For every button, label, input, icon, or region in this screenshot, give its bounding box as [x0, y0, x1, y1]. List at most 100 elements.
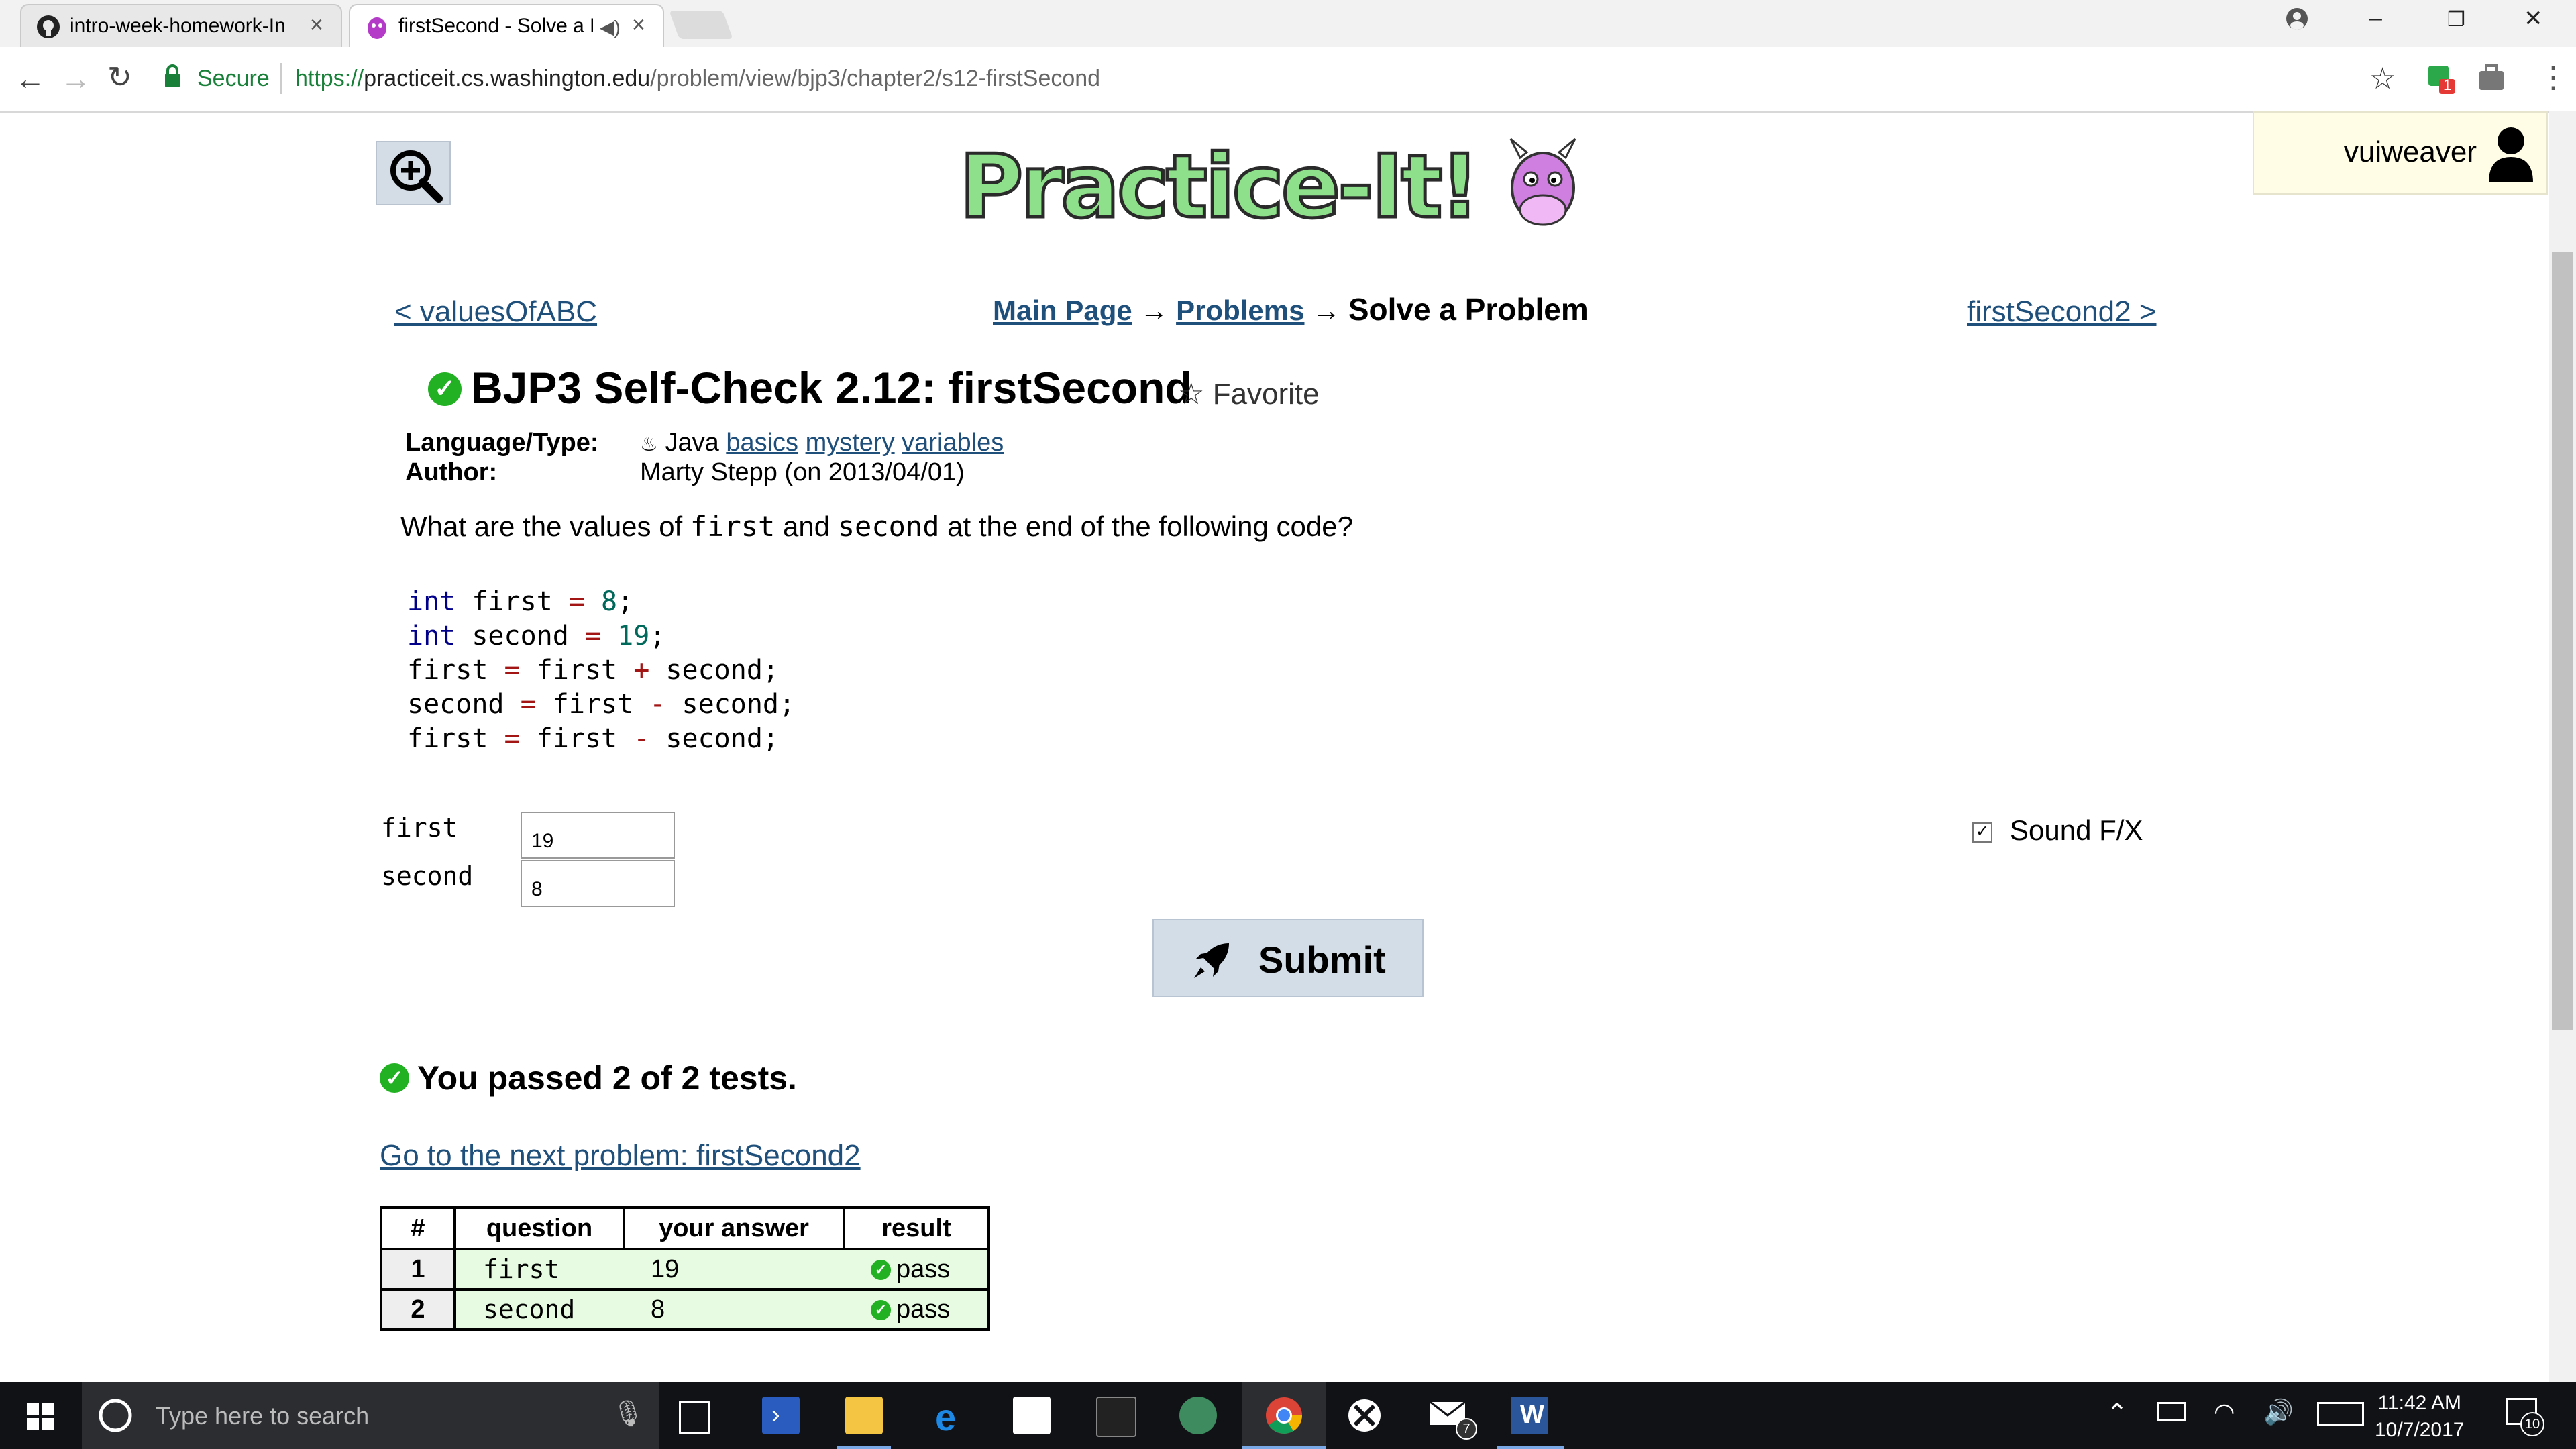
question-code-second: second	[837, 510, 940, 543]
star-outline-icon: ☆	[1178, 378, 1205, 411]
favorite-button[interactable]: ☆ Favorite	[1178, 377, 1320, 411]
test-summary: ✓ You passed 2 of 2 tests.	[380, 1059, 797, 1097]
restore-icon[interactable]: ❐	[2447, 8, 2465, 32]
globe-app-icon[interactable]	[1179, 1397, 1217, 1434]
row-number: 1	[380, 1248, 456, 1291]
pass-check-icon: ✓	[871, 1260, 891, 1281]
browser-tab-strip: intro-week-homework-In × firstSecond - S…	[0, 0, 2576, 47]
code-line: first = first + second;	[407, 655, 779, 686]
volume-icon[interactable]: 🔊	[2263, 1398, 2294, 1426]
windows-start-icon[interactable]	[27, 1403, 54, 1430]
show-hidden-icons-chevron[interactable]: ⌃	[2106, 1398, 2128, 1428]
task-view-icon[interactable]	[679, 1401, 710, 1434]
tag-basics[interactable]: basics	[726, 429, 798, 457]
explorer-running-indicator	[837, 1446, 891, 1449]
tag-mystery[interactable]: mystery	[806, 429, 895, 457]
mail-icon[interactable]: 7	[1429, 1397, 1477, 1440]
browser-tab-active[interactable]: firstSecond - Solve a P ◀) ×	[349, 4, 664, 47]
terminal-icon[interactable]	[1096, 1397, 1136, 1437]
browser-tab-github[interactable]: intro-week-homework-In ×	[20, 4, 342, 47]
first-answer-input[interactable]	[521, 812, 675, 859]
wifi-icon[interactable]: ◠	[2214, 1398, 2235, 1426]
author-key: Author:	[405, 458, 498, 486]
extension-icon[interactable]: 1	[2424, 62, 2457, 99]
file-explorer-icon[interactable]	[845, 1397, 883, 1434]
menu-dots-icon[interactable]: ⋮	[2538, 60, 2568, 95]
profile-icon[interactable]	[2285, 7, 2309, 31]
pass-check-icon: ✓	[871, 1300, 891, 1321]
code-line: second = first - second;	[407, 689, 796, 720]
close-window-icon[interactable]: ✕	[2524, 5, 2543, 32]
taskbar-search-box[interactable]: Type here to search 🎙	[82, 1382, 659, 1449]
minimize-icon[interactable]: –	[2369, 5, 2382, 32]
lock-icon	[164, 64, 181, 92]
extension-badge: 1	[2443, 76, 2452, 93]
windows-taskbar: Type here to search 🎙 › e 7 W ⌃ ◠ 🔊 11:4…	[0, 1382, 2576, 1449]
address-bar[interactable]: https://practiceit.cs.washington.edu/pro…	[295, 66, 1100, 92]
tag-variables[interactable]: variables	[902, 429, 1004, 457]
question-text: What are the values of first and second …	[400, 510, 1353, 543]
forward-arrow-icon[interactable]: →	[60, 60, 91, 97]
sound-fx-toggle[interactable]: ✓ Sound F/X	[1972, 814, 2143, 847]
header-your-answer: your answer	[623, 1206, 845, 1250]
page-scrollbar[interactable]	[2549, 111, 2576, 1382]
back-arrow-icon[interactable]: ←	[15, 60, 46, 97]
clock-date: 10/7/2017	[2375, 1419, 2465, 1441]
tab-title: intro-week-homework-In	[70, 15, 286, 37]
row-result: ✓ pass	[844, 1248, 990, 1291]
language-value: Java	[665, 429, 719, 457]
edge-icon[interactable]: e	[930, 1396, 967, 1438]
briefcase-icon[interactable]	[2478, 64, 2505, 95]
zoom-button[interactable]	[376, 141, 451, 205]
breadcrumb-main-page[interactable]: Main Page	[993, 294, 1132, 326]
pass-check-icon: ✓	[380, 1063, 409, 1093]
header-number: #	[380, 1206, 456, 1250]
row-result: ✓ pass	[844, 1288, 990, 1331]
practice-it-logo[interactable]: Practice-It!	[958, 131, 1597, 239]
powershell-icon[interactable]: ›	[762, 1397, 800, 1434]
chrome-taskbar-button[interactable]	[1242, 1382, 1326, 1449]
taskbar-clock[interactable]: 11:42 AM 10/7/2017	[2375, 1390, 2464, 1444]
code-line: int second = 19;	[407, 621, 666, 651]
sound-fx-label: Sound F/X	[2010, 814, 2143, 846]
word-running-indicator	[1497, 1446, 1564, 1449]
tab-audio-icon[interactable]: ◀)	[600, 16, 621, 38]
next-problem-link[interactable]: firstSecond2 >	[1967, 295, 2157, 329]
row-answer: 19	[624, 1248, 844, 1291]
question-part: and	[775, 511, 838, 542]
user-panel[interactable]: vuiweaver	[2253, 111, 2548, 195]
word-icon[interactable]: W	[1511, 1397, 1548, 1434]
battery-icon[interactable]	[2157, 1402, 2186, 1421]
second-answer-input[interactable]	[521, 860, 675, 907]
breadcrumb-arrow: →	[1312, 294, 1341, 326]
breadcrumb-problems[interactable]: Problems	[1176, 294, 1304, 326]
row-number: 2	[380, 1288, 456, 1331]
url-host: practiceit.cs.washington.edu	[364, 66, 651, 91]
submit-label: Submit	[1258, 938, 1386, 981]
test-summary-text: You passed 2 of 2 tests.	[417, 1059, 797, 1097]
language-key: Language/Type:	[405, 429, 599, 457]
submit-button[interactable]: Submit	[1152, 919, 1424, 997]
xbox-icon[interactable]	[1346, 1397, 1383, 1434]
previous-problem-link[interactable]: < valuesOfABC	[394, 295, 597, 329]
go-to-next-problem-link[interactable]: Go to the next problem: firstSecond2	[380, 1139, 861, 1173]
scrollbar-thumb[interactable]	[2552, 252, 2573, 1030]
url-scheme: https://	[295, 66, 364, 91]
sound-fx-checkbox[interactable]: ✓	[1972, 822, 1992, 843]
code-line: int first = 8;	[407, 586, 634, 617]
reload-icon[interactable]: ↻	[107, 60, 132, 95]
new-tab-button[interactable]	[669, 11, 733, 39]
favorite-label: Favorite	[1212, 378, 1320, 411]
action-center-icon[interactable]: 10	[2506, 1398, 2544, 1436]
bookmark-star-icon[interactable]: ☆	[2369, 62, 2396, 96]
store-icon[interactable]	[1013, 1397, 1051, 1434]
breadcrumb-current: Solve a Problem	[1348, 292, 1589, 327]
solved-check-icon: ✓	[428, 372, 462, 406]
user-icon	[2489, 127, 2533, 182]
close-tab-icon[interactable]: ×	[632, 12, 645, 38]
microphone-icon[interactable]: 🎙	[612, 1399, 644, 1429]
touch-keyboard-icon[interactable]	[2317, 1402, 2364, 1426]
browser-toolbar: ← → ↻ Secure https://practiceit.cs.washi…	[0, 47, 2576, 113]
close-tab-icon[interactable]: ×	[310, 12, 323, 38]
url-path: /problem/view/bjp3/chapter2/s12-firstSec…	[650, 66, 1101, 91]
